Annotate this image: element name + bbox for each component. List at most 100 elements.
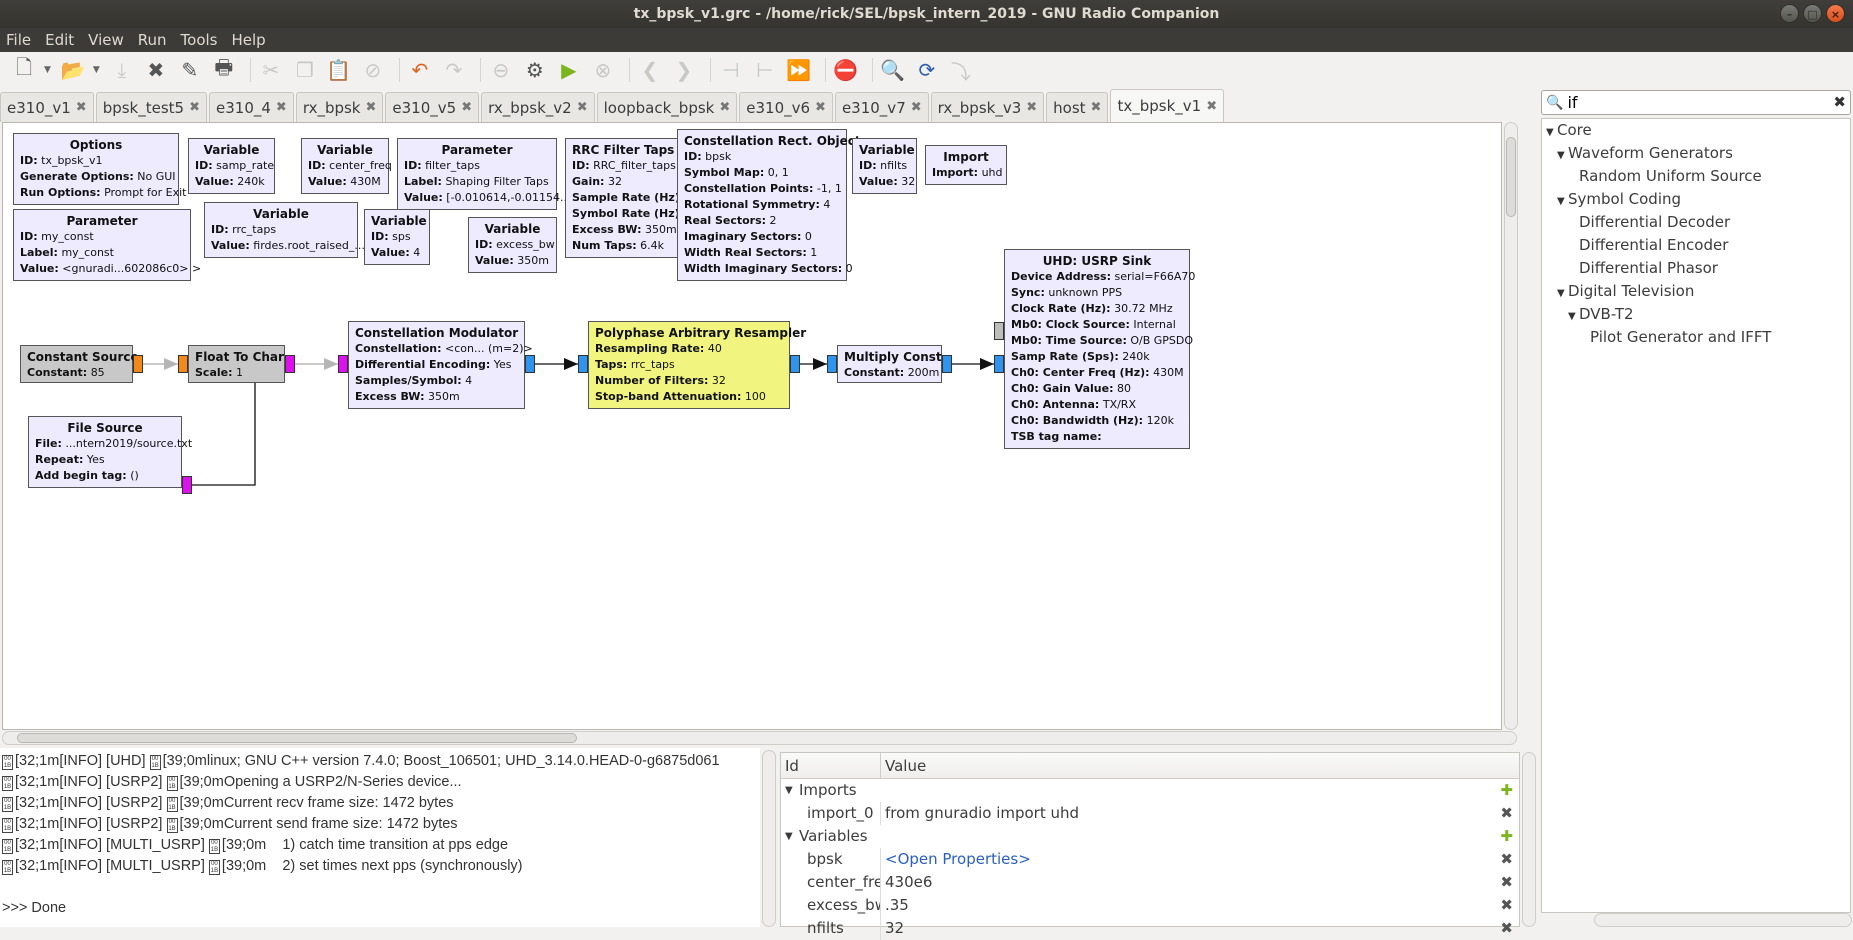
tab-e310-v5[interactable]: e310_v5 ✖ [385, 92, 480, 122]
close-tab-icon[interactable]: ✖ [276, 100, 287, 115]
clear-search-icon[interactable]: ✖ [1833, 93, 1846, 111]
variable-row[interactable]: center_freq430e6 ✖ [781, 871, 1519, 894]
variable-row[interactable]: import_0 from gnuradio import uhd ✖ [781, 802, 1519, 825]
tab-loopback-bpsk[interactable]: loopback_bpsk ✖ [596, 92, 738, 122]
block-center-freq[interactable]: Variable ID: center_freq Value: 430M [301, 138, 392, 194]
dropdown-arrow-icon[interactable]: ▼ [93, 65, 100, 75]
block-search-input[interactable]: 🔍 if ✖ [1541, 90, 1851, 115]
tab-rx-bpsk-v3[interactable]: rx_bpsk_v3 ✖ [930, 92, 1045, 122]
tab-e310-v6[interactable]: e310_v6 ✖ [739, 92, 833, 122]
tree-category[interactable]: ▼ Core [1542, 119, 1850, 142]
block-bpsk[interactable]: Constellation Rect. Object ID: bpsk Symbol… [677, 129, 861, 281]
tab-tx-bpsk-v1[interactable]: tx_bpsk_v1 ✖ [1110, 89, 1225, 122]
menu-tools[interactable]: Tools [181, 31, 218, 49]
expander-arrow-icon[interactable]: ▼ [1557, 282, 1568, 305]
open-button[interactable]: 📂 [59, 56, 87, 84]
remove-icon[interactable]: ✖ [1500, 917, 1513, 940]
variable-row[interactable]: bpsk <Open Properties> ✖ [781, 848, 1519, 871]
kill-button[interactable]: ⊗ [589, 56, 617, 84]
reload-all-button[interactable]: ⤵ [947, 56, 975, 84]
variable-row[interactable]: nfilts 32 ✖ [781, 917, 1519, 940]
close-tab-icon[interactable]: ✖ [911, 100, 922, 115]
save-button[interactable]: ⤓ [108, 56, 136, 84]
menu-edit[interactable]: Edit [45, 31, 74, 49]
block-resamp[interactable]: Polyphase Arbitrary Resampler Resampling … [588, 321, 806, 409]
generate-button[interactable]: ⚙ [521, 56, 549, 84]
block-options[interactable]: Options ID: tx_bpsk_v1 Generate Options: N… [13, 133, 186, 205]
maximize-button[interactable]: □ [1803, 4, 1822, 23]
add-icon[interactable]: ✚ [1500, 779, 1513, 802]
expander-arrow-icon[interactable]: ▼ [1568, 305, 1579, 328]
tab-e310-4[interactable]: e310_4 ✖ [209, 92, 294, 122]
close-tab-icon[interactable]: ✖ [189, 100, 200, 115]
block-rrc[interactable]: RRC Filter Taps ID: RRC_filter_taps Gain: … [565, 138, 684, 258]
errors-button[interactable]: ⛔ [832, 56, 860, 84]
close-tab-icon[interactable]: ✖ [1026, 100, 1037, 115]
remove-icon[interactable]: ✖ [1500, 802, 1513, 825]
remove-icon[interactable]: ✖ [1500, 848, 1513, 871]
tab-rx-bpsk[interactable]: rx_bpsk ✖ [295, 92, 384, 122]
remove-icon[interactable]: ✖ [1500, 894, 1513, 917]
new-button[interactable]: 🗋 [10, 55, 38, 84]
rotate-left-button[interactable]: ❮ [636, 56, 664, 84]
flowgraph-canvas[interactable]: Options ID: tx_bpsk_v1 Generate Options: N… [2, 122, 1502, 730]
rotate-right-button[interactable]: ❯ [670, 56, 698, 84]
console-scrollbar[interactable] [762, 750, 776, 927]
delete-button[interactable]: ⊘ [359, 56, 387, 84]
disable-button[interactable]: ⊖ [487, 56, 515, 84]
variable-group-row[interactable]: ▼ Variables ✚ [781, 825, 1519, 848]
tree-category[interactable]: ▼ Symbol Coding [1542, 188, 1850, 211]
tree-block-item[interactable]: Pilot Generator and IFFT [1542, 326, 1850, 349]
find-button[interactable]: 🔍 [879, 56, 907, 84]
port-in-modulator[interactable] [338, 355, 348, 373]
port-out-multiply[interactable] [942, 355, 952, 373]
expander-arrow-icon[interactable]: ▼ [1557, 190, 1568, 213]
block-mult[interactable]: Multiply Const Constant: 200m [837, 345, 942, 383]
close-tab-icon[interactable]: ✖ [1091, 100, 1102, 115]
edit-button[interactable]: ✎ [176, 56, 204, 84]
tab-host[interactable]: host ✖ [1046, 92, 1109, 122]
tab-e310-v1[interactable]: e310_v1 ✖ [0, 92, 94, 122]
dropdown-arrow-icon[interactable]: ▼ [44, 65, 51, 75]
close-tab-icon[interactable]: ✖ [366, 100, 377, 115]
block-import[interactable]: Import Import: uhd [925, 145, 1007, 185]
tree-category[interactable]: ▼ Waveform Generators [1542, 142, 1850, 165]
block-nfilts[interactable]: Variable ID: nfilts Value: 32 [852, 138, 917, 194]
canvas-vertical-scrollbar[interactable] [1504, 122, 1518, 730]
block-mod[interactable]: Constellation Modulator Constellation: <c… [348, 321, 533, 409]
close-tab-icon[interactable]: ✖ [577, 100, 588, 115]
enable-button[interactable]: ⊣ [717, 56, 745, 84]
port-out-constant-source[interactable] [133, 355, 143, 373]
close-tab-icon[interactable]: ✖ [76, 100, 87, 115]
port-in-resampler[interactable] [578, 355, 588, 373]
paste-button[interactable]: 📋 [325, 56, 353, 84]
menu-run[interactable]: Run [138, 31, 167, 49]
tree-block-item[interactable]: Differential Decoder [1542, 211, 1850, 234]
bypass-button[interactable]: ⊢ [751, 56, 779, 84]
block-filter-taps[interactable]: Parameter ID: filter_taps Label: Shaping F… [397, 138, 571, 210]
port-in-float-to-char[interactable] [178, 355, 188, 373]
tab-bpsk-test5[interactable]: bpsk_test5 ✖ [95, 92, 207, 122]
tree-block-item[interactable]: Differential Encoder [1542, 234, 1850, 257]
block-samp-rate[interactable]: Variable ID: samp_rate Value: 240k [188, 138, 275, 194]
port-out-float-to-char[interactable] [285, 355, 295, 373]
block-file-src[interactable]: File Source File: ...ntern2019/source.txt… [28, 416, 192, 488]
canvas-horizontal-scrollbar[interactable] [2, 731, 1517, 745]
port-in-multiply[interactable] [827, 355, 837, 373]
tree-category[interactable]: ▼ DVB-T2 [1542, 303, 1850, 326]
port-command-usrp[interactable] [994, 322, 1004, 340]
block-excess-bw[interactable]: Variable ID: excess_bw Value: 350m [468, 217, 557, 273]
print-button[interactable]: 🖶 [210, 55, 238, 84]
close-tab-icon[interactable]: ✖ [1206, 99, 1217, 114]
variable-row[interactable]: excess_bw .35 ✖ [781, 894, 1519, 917]
column-value[interactable]: Value [881, 753, 926, 778]
tab-rx-bpsk-v2[interactable]: rx_bpsk_v2 ✖ [481, 92, 595, 122]
execute-button[interactable]: ▶ [555, 56, 583, 84]
port-out-file-source[interactable] [182, 476, 192, 494]
close-tab-icon[interactable]: ✖ [815, 100, 826, 115]
expander-arrow-icon[interactable]: ▼ [785, 825, 793, 848]
minimize-button[interactable]: – [1780, 4, 1799, 23]
remove-icon[interactable]: ✖ [1500, 871, 1513, 894]
port-out-modulator[interactable] [525, 355, 535, 373]
expander-arrow-icon[interactable]: ▼ [785, 779, 793, 802]
